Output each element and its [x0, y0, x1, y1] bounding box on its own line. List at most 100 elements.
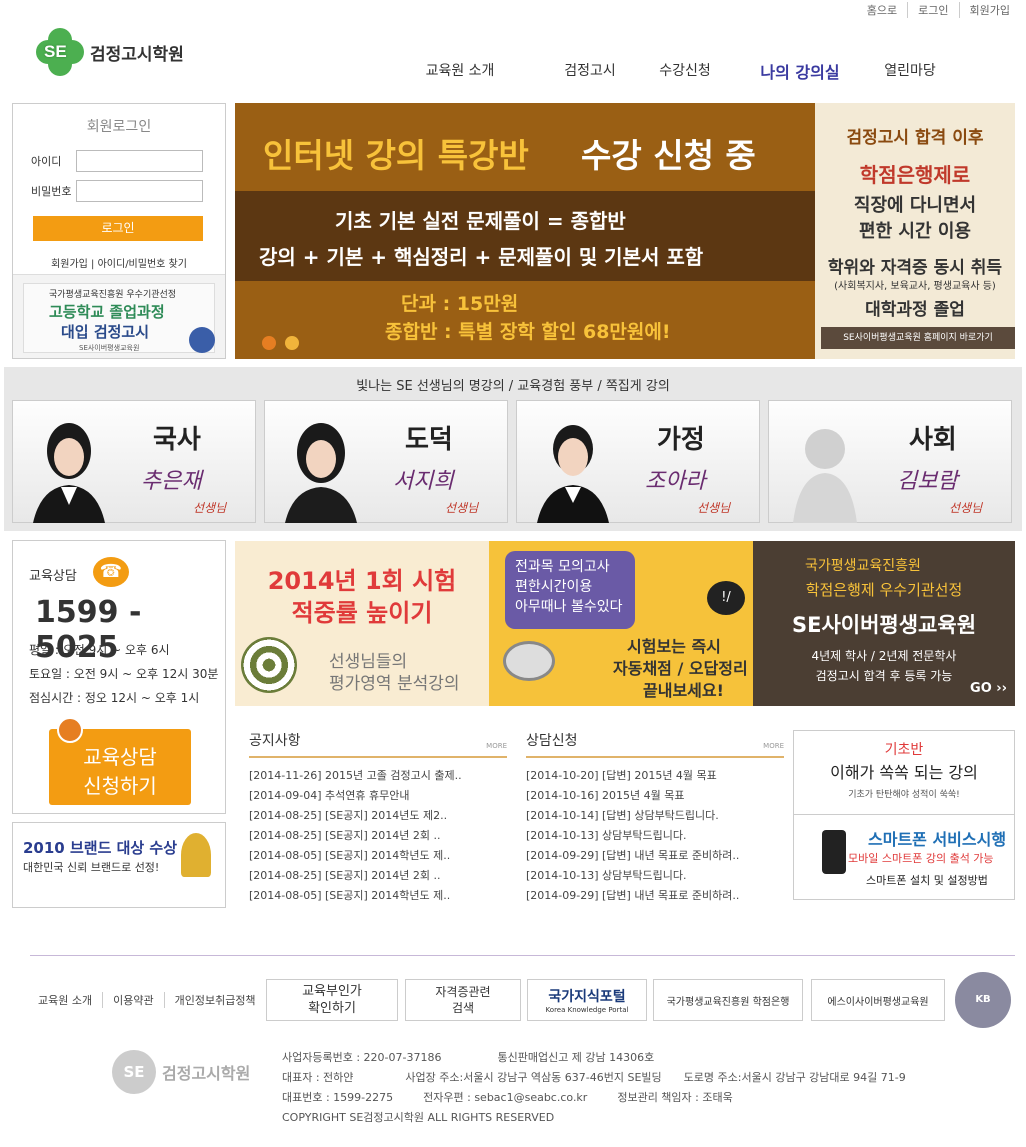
info-mailorder: 통신판매업신고 제 강남 14306호 — [497, 1051, 655, 1064]
side-a3: 기초가 탄탄해야 성적이 쑥쑥! — [848, 790, 960, 800]
phone-icon: ☎ — [93, 557, 129, 587]
qna-item[interactable]: [2014-10-20] [답변] 2015년 4월 목표 — [526, 766, 784, 786]
hero-r6: (사회복지사, 보육교사, 평생교육사 등) — [834, 281, 996, 292]
banner-brand: SE사이버평생교육원 — [79, 344, 140, 352]
hero-banner[interactable]: 인터넷 강의 특강반 수강 신청 중 기초 기본 실전 문제풀이 = 종합반 강… — [235, 103, 1015, 359]
id-label: 아이디 — [31, 155, 62, 168]
notice-item[interactable]: [2014-11-26] 2015년 고졸 검정고시 출제.. — [249, 766, 507, 786]
hero-r8[interactable]: SE사이버평생교육원 홈페이지 바로가기 — [821, 327, 1015, 349]
credit-bank-button[interactable]: 국가평생교육진흥원 학점은행 — [653, 979, 803, 1021]
login-title: 회원로그인 — [86, 119, 152, 135]
notice-item[interactable]: [2014-08-05] [SE공지] 2014학년도 제.. — [249, 846, 507, 866]
notice-item[interactable]: [2014-08-25] [SE공지] 2014년 2회 .. — [249, 826, 507, 846]
hero-r7: 대학과정 졸업 — [865, 300, 965, 320]
footer-terms-link[interactable]: 이용약관 — [102, 992, 163, 1008]
footer-about-link[interactable]: 교육원 소개 — [38, 992, 102, 1008]
clover-icon: SE — [112, 1050, 156, 1094]
site-logo[interactable]: SE 검정고시학원 — [36, 28, 184, 76]
teacher-card-1[interactable]: 국사 추은재 선생님 — [12, 400, 256, 523]
teacher-subject: 사회 — [909, 425, 957, 455]
promo-mock-exam[interactable]: 전과목 모의고사 편한시간이용 아무때나 볼수있다 !/ 시험보는 즉시 자동채… — [489, 541, 753, 706]
notice-item[interactable]: [2014-08-05] [SE공지] 2014학년도 제.. — [249, 886, 507, 906]
certificate-search-button[interactable]: 자격증관련 검색 — [405, 979, 521, 1021]
info-ceo: 대표자 : 전하얀 — [282, 1071, 354, 1084]
qna-item[interactable]: [2014-10-14] [답변] 상담부탁드립니다. — [526, 806, 784, 826]
side-a2: 이해가 쏙쏙 되는 강의 — [830, 763, 978, 782]
footer-divider — [30, 955, 1015, 956]
notice-item[interactable]: [2014-09-04] 추석연휴 휴무안내 — [249, 786, 507, 806]
teacher-card-2[interactable]: 도덕 서지희 선생님 — [264, 400, 508, 523]
qna-item[interactable]: [2014-10-16] 2015년 4월 목표 — [526, 786, 784, 806]
home-link[interactable]: 홈으로 — [857, 2, 907, 18]
go-button[interactable]: GO ›› — [970, 681, 1007, 696]
hero-r1: 검정고시 합격 이후 — [846, 128, 984, 148]
teacher-card-4[interactable]: 사회 김보람 선생님 — [768, 400, 1012, 523]
notice-more-link[interactable]: MORE — [486, 742, 507, 750]
slide-dot-1[interactable] — [262, 336, 276, 350]
award-line1: 2010 브랜드 대상 수상 — [23, 839, 178, 857]
footer-logo-name: 검정고시학원 — [162, 1064, 251, 1083]
login-links[interactable]: 회원가입 | 아이디/비밀번호 찾기 — [13, 255, 225, 270]
hero-title-a: 인터넷 강의 특강반 — [263, 136, 529, 175]
hero-price2: 종합반 : 특별 장학 할인 68만원에! — [385, 321, 671, 343]
slide-dot-2[interactable] — [285, 336, 299, 350]
info-road-address: 도로명 주소:서울시 강남구 강남대로 94길 71-9 — [683, 1071, 906, 1084]
promo3-title: SE사이버평생교육원 — [791, 613, 977, 637]
knowledge-portal-button[interactable]: 국가지식포털 Korea Knowledge Portal — [527, 979, 647, 1021]
target-icon — [241, 637, 297, 693]
nav-about[interactable]: 교육원 소개 — [405, 60, 515, 83]
login-button[interactable]: 로그인 — [33, 216, 203, 241]
teacher-name: 김보람 — [897, 469, 958, 494]
teacher-suffix: 선생님 — [949, 501, 983, 515]
basic-class-banner[interactable]: 기초반 이해가 쏙쏙 되는 강의 기초가 탄탄해야 성적이 쑥쑥! — [794, 731, 1014, 815]
nav-my-class[interactable]: 나의 강의실 — [725, 59, 875, 83]
qna-item[interactable]: [2014-09-29] [답변] 내년 목표로 준비하려.. — [526, 846, 784, 866]
person-silhouette-icon — [793, 429, 857, 523]
teacher-suffix: 선생님 — [445, 501, 479, 515]
notice-item[interactable]: [2014-08-25] [SE공지] 2014년 2회 .. — [249, 866, 507, 886]
notice-item[interactable]: [2014-08-25] [SE공지] 2014년도 제2.. — [249, 806, 507, 826]
promo3-o2: 학점은행제 우수기관선정 — [805, 581, 963, 599]
pw-input[interactable] — [76, 180, 203, 202]
moe-approval-button[interactable]: 교육부인가 확인하기 — [266, 979, 398, 1021]
teacher-card-3[interactable]: 가정 조아라 선생님 — [516, 400, 760, 523]
promo2-t3: 끝내보세요! — [643, 681, 724, 700]
banner-line1: 고등학교 졸업과정 — [49, 303, 165, 321]
qna-item[interactable]: [2014-10-13] 상담부탁드립니다. — [526, 866, 784, 886]
qna-item[interactable]: [2014-09-29] [답변] 내년 목표로 준비하려.. — [526, 886, 784, 906]
globe-icon — [57, 717, 83, 743]
teacher-name: 서지희 — [393, 469, 454, 494]
footer-privacy-link[interactable]: 개인정보취급정책 — [163, 992, 266, 1008]
banner-org: 국가평생교육진흥원 우수기관선정 — [49, 290, 177, 300]
teacher-subject: 가정 — [657, 425, 705, 455]
promo-cyber-school[interactable]: 국가평생교육진흥원 학점은행제 우수기관선정 SE사이버평생교육원 4년제 학사… — [753, 541, 1015, 706]
promo-exam-analysis[interactable]: 2014년 1회 시험 적중률 높이기 선생님들의 평가영역 분석강의 — [235, 541, 489, 706]
id-input[interactable] — [76, 150, 203, 172]
qna-more-link[interactable]: MORE — [763, 742, 784, 750]
nav-register[interactable]: 수강신청 — [645, 60, 725, 83]
login-link[interactable]: 로그인 — [907, 2, 958, 18]
info-copyright: COPYRIGHT SE검정고시학원 ALL RIGHTS RESERVED — [282, 1111, 555, 1124]
side-b2: 모바일 스마트폰 강의 출석 가능 — [848, 852, 994, 865]
nav-open-forum[interactable]: 열린마당 — [875, 60, 945, 83]
pw-label: 비밀번호 — [31, 185, 72, 198]
consult-btn-line1: 교육상담 — [83, 745, 157, 769]
hero-line1: 기초 기본 실전 문제풀이 = 종합반 — [335, 209, 626, 233]
consult-title: 교육상담 — [29, 569, 77, 584]
info-address: 사업장 주소:서울시 강남구 역삼동 637-46번지 SE빌딩 — [405, 1071, 662, 1084]
promo1-t2: 적중률 높이기 — [291, 599, 433, 627]
credit-bank-banner[interactable]: 국가평생교육진흥원 우수기관선정 고등학교 졸업과정 대입 검정고시 SE사이버… — [13, 274, 225, 358]
logo-name: 검정고시학원 — [90, 44, 184, 65]
btn2-line2: 검색 — [451, 1001, 475, 1015]
cyber-school-button[interactable]: 에스이사이버평생교육원 — [811, 979, 945, 1021]
nav-exam[interactable]: 검정고시 — [515, 60, 645, 83]
teachers-section: 빛나는 SE 선생님의 명강의 / 교육경험 풍부 / 쪽집게 강의 국사 추은… — [4, 367, 1022, 531]
privacy-seal-icon[interactable]: KB — [955, 972, 1011, 1028]
hero-r4: 편한 시간 이용 — [859, 221, 971, 242]
qna-item[interactable]: [2014-10-13] 상담부탁드립니다. — [526, 826, 784, 846]
smartphone-banner[interactable]: 스마트폰 서비스시행 모바일 스마트폰 강의 출석 가능 스마트폰 설치 및 설… — [794, 816, 1014, 900]
brand-award-banner[interactable]: 2010 브랜드 대상 수상 대한민국 신뢰 브랜드로 선정! — [12, 822, 226, 908]
signup-link[interactable]: 회원가입 — [958, 2, 1020, 18]
hero-price1: 단과 : 15만원 — [401, 293, 519, 315]
consult-request-button[interactable]: 교육상담 신청하기 — [49, 717, 191, 805]
